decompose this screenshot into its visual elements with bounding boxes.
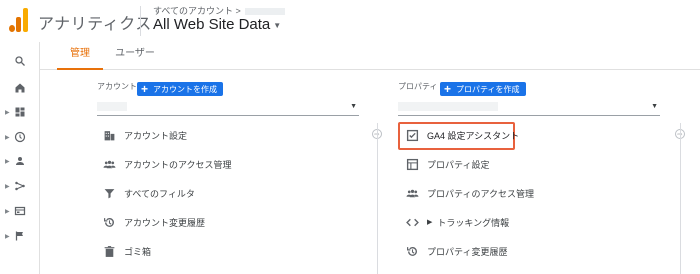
tab-admin[interactable]: 管理 [57,42,103,70]
header-divider [140,6,141,36]
property-access-item[interactable]: プロパティのアクセス管理 [405,181,534,205]
plus-icon: + [444,82,452,96]
clock-icon[interactable]: ▶ [0,126,40,148]
trash-label: ゴミ箱 [124,246,152,257]
property-name: All Web Site Data [153,16,271,33]
acquisition-icon[interactable]: ▶ [0,175,40,197]
account-access-label: アカウントのアクセス管理 [124,159,232,170]
redacted-account [244,8,285,16]
account-settings-label: アカウント設定 [124,130,188,141]
create-property-label: プロパティを作成 [456,84,520,94]
account-settings-item[interactable]: アカウント設定 [102,123,187,147]
trash-item[interactable]: ゴミ箱 [102,239,151,263]
layout-icon [405,157,419,171]
people-icon [405,186,419,200]
account-select[interactable]: ▼ [97,100,359,116]
tracking-info-item[interactable]: ▶ トラッキング情報 [405,210,509,234]
history-icon [405,244,419,258]
expand-arrow-icon: ▶ [5,208,10,215]
all-filters-item[interactable]: すべてのフィルタ [102,181,195,205]
home-icon[interactable] [0,77,40,99]
ga4-setup-assistant-label: GA4 設定アシスタント [427,130,520,141]
expand-arrow-icon: ▶ [5,109,10,116]
property-selector[interactable]: All Web Site Data ▼ [153,16,281,33]
trash-icon [102,244,116,258]
tracking-info-label: トラッキング情報 [437,217,510,228]
property-select[interactable]: ▼ [398,100,660,116]
search-icon[interactable] [0,50,40,72]
history-icon [102,215,116,229]
person-icon[interactable]: ▶ [0,150,40,172]
account-history-label: アカウント変更履歴 [124,217,206,228]
left-nav: ▶ ▶ ▶ ▶ ▶ ▶ [0,42,40,274]
property-heading: プロパティ [398,82,438,91]
admin-panel: アカウント + アカウントを作成 ▼ アカウント設定 アカウントのアクセス管理 す… [40,71,700,274]
flag-icon[interactable]: ▶ [0,225,40,247]
behavior-icon[interactable]: ▶ [0,200,40,222]
code-icon [405,215,419,229]
create-account-label: アカウントを作成 [153,84,218,94]
filter-icon [102,186,116,200]
dropdown-arrow-icon: ▼ [350,103,357,110]
expand-arrow-icon: ▶ [5,158,10,165]
redacted-account-name [97,102,127,111]
building-icon [102,128,116,142]
ga4-setup-assistant-item[interactable]: GA4 設定アシスタント [405,123,519,147]
expand-arrow-icon: ▶ [5,233,10,240]
checkbox-icon [405,128,419,142]
redacted-property-name [398,102,498,111]
analytics-logo[interactable] [9,8,31,32]
dashboard-icon[interactable]: ▶ [0,101,40,123]
app-title: アナリティクス [38,16,152,33]
admin-tabs: 管理 ユーザー [40,42,700,70]
expand-arrow-icon: ▶ [5,134,10,141]
tab-user[interactable]: ユーザー [109,42,161,70]
property-history-item[interactable]: プロパティ変更履歴 [405,239,507,263]
plus-icon: + [141,82,149,96]
top-bar: アナリティクス すべてのアカウント > All Web Site Data ▼ [0,0,700,42]
create-property-button[interactable]: + プロパティを作成 [440,82,526,96]
expand-arrow-icon: ▶ [5,183,10,190]
caret-down-icon: ▼ [273,20,282,30]
breadcrumb-label: すべてのアカウント > [153,6,241,16]
property-history-label: プロパティ変更履歴 [427,246,508,257]
property-settings-label: プロパティ設定 [427,159,490,170]
create-account-button[interactable]: + アカウントを作成 [137,82,224,96]
account-access-item[interactable]: アカウントのアクセス管理 [102,152,232,176]
expand-arrow-icon: ▶ [427,219,433,226]
property-settings-item[interactable]: プロパティ設定 [405,152,489,176]
account-heading: アカウント [97,82,137,91]
column-divider [680,123,681,274]
dropdown-arrow-icon: ▼ [651,103,658,110]
all-filters-label: すべてのフィルタ [124,188,195,199]
property-access-label: プロパティのアクセス管理 [427,188,535,199]
account-history-item[interactable]: アカウント変更履歴 [102,210,205,234]
people-icon [102,157,116,171]
column-divider [377,123,378,274]
